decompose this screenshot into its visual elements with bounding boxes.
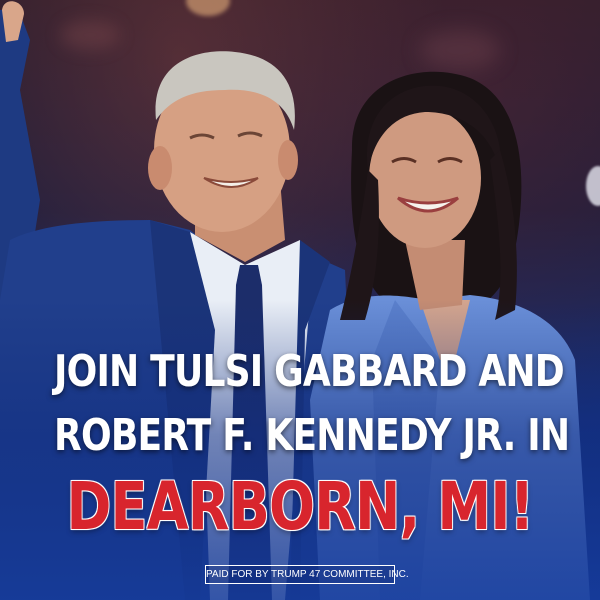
headline-line-1: JOIN TULSI GABBARD AND xyxy=(54,346,565,397)
paid-for-disclaimer: PAID FOR BY TRUMP 47 COMMITTEE, INC. xyxy=(205,565,409,584)
location-headline: DEARBORN, MI! xyxy=(66,468,534,545)
headline-line-2: ROBERT F. KENNEDY JR. IN xyxy=(54,410,570,461)
event-graphic: JOIN TULSI GABBARD AND ROBERT F. KENNEDY… xyxy=(0,0,600,600)
